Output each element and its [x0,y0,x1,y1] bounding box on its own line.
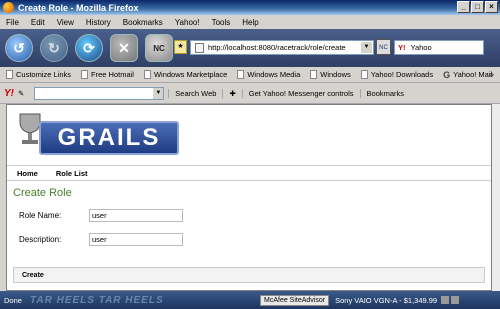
messenger-button[interactable]: Get Yahoo! Messenger controls [241,89,360,98]
menu-view[interactable]: View [55,18,76,27]
stop-button[interactable]: ✕ [110,34,138,62]
description-label: Description: [19,234,62,244]
menu-tools[interactable]: Tools [210,18,233,27]
search-engine-label: Yahoo [410,43,432,52]
pencil-icon[interactable]: ✎ [18,89,24,98]
description-input[interactable] [89,232,183,246]
nav-role-list[interactable]: Role List [56,169,88,178]
page-icon [237,70,245,79]
menu-yahoo[interactable]: Yahoo! [173,18,202,27]
minimize-button[interactable]: _ [457,1,470,13]
bookmark-item[interactable]: Windows Marketplace [143,70,233,79]
window-title: Create Role - Mozilla Firefox [18,2,139,13]
page-icon [310,70,318,79]
page-title: Create Role [13,187,72,199]
reload-button[interactable]: ⟳ [75,34,103,62]
description-row: Description: [19,229,491,249]
nav-home[interactable]: Home [17,169,38,178]
role-name-input[interactable] [89,208,183,222]
create-button[interactable]: Create [22,272,44,279]
bookmark-label: Customize Links [16,70,72,79]
menu-edit[interactable]: Edit [29,18,47,27]
search-web-button[interactable]: Search Web [168,89,222,98]
role-name-label: Role Name: [19,210,62,220]
maximize-button[interactable]: □ [471,1,484,13]
menu-file[interactable]: File [4,18,21,27]
bookmark-label: Windows Marketplace [153,70,228,79]
bookmark-label: Windows [320,70,351,79]
menu-history[interactable]: History [84,18,113,27]
status-text: Done [4,295,22,305]
home-button[interactable]: NC [145,34,173,62]
page-icon [143,70,151,79]
plus-icon[interactable]: ✚ [222,89,241,98]
home-icon: NC [153,43,165,53]
forward-arrow-icon: ↻ [48,39,60,56]
logo-area: GRAILS [7,105,491,163]
menu-bookmarks[interactable]: Bookmarks [121,18,165,27]
address-url: http://localhost:8080/racetrack/role/cre… [208,43,346,52]
status-ad[interactable]: Sony VAIO VGN-A - $1,349.99 [335,296,437,305]
bookmark-label: Yahoo! Mail [453,70,493,79]
google-icon: G [443,69,451,80]
stop-icon: ✕ [118,39,130,56]
page-icon [6,70,13,79]
bookmark-label: Windows Media [247,70,301,79]
chevron-more-icon[interactable]: » [490,70,494,79]
button-bar: Create [13,267,485,283]
status-icon [441,296,450,304]
role-name-row: Role Name: [19,205,491,225]
status-icon [451,296,460,304]
firefox-icon [3,2,14,13]
bookmark-item[interactable]: Windows Media [237,70,306,79]
mcafee-siteadvisor-button[interactable]: McAfee SiteAdvisor [260,294,330,306]
page-icon [195,42,204,53]
forward-button[interactable]: ↻ [40,34,68,62]
scrollbar[interactable] [492,104,500,291]
yahoo-search-icon: Y! [398,43,406,52]
address-dropdown-icon[interactable]: ▼ [361,42,372,53]
menu-help[interactable]: Help [240,18,260,27]
bookmark-star-icon[interactable]: ★ [174,40,187,54]
dropdown-arrow-icon[interactable]: ▼ [153,88,164,99]
bookmark-item[interactable]: Customize Links [6,70,77,79]
bookmark-item[interactable]: Windows [310,70,356,79]
bookmarks-toolbar: Customize Links Free Hotmail Windows Mar… [0,67,500,83]
close-button[interactable]: × [485,1,498,13]
yahoo-logo-icon[interactable]: Y! [4,88,14,99]
status-watermark: TAR HEELS TAR HEELS [30,294,164,306]
bookmark-item[interactable]: Free Hotmail [81,70,140,79]
reload-icon: ⟳ [83,39,95,56]
search-box[interactable]: Y! Yahoo [394,40,484,55]
page-icon [360,70,368,79]
bookmark-label: Free Hotmail [91,70,134,79]
bookmark-label: Yahoo! Downloads [370,70,434,79]
nc-badge-icon[interactable]: NC [376,39,391,55]
bookmark-item[interactable]: Yahoo! Downloads [360,70,439,79]
yahoo-bookmarks-button[interactable]: Bookmarks [359,89,411,98]
yahoo-toolbar: Y! ✎ ▼ Search Web ✚ Get Yahoo! Messenger… [0,84,500,104]
address-bar[interactable]: http://localhost:8080/racetrack/role/cre… [190,40,374,55]
page-content: GRAILS Home Role List Create Role Role N… [6,104,492,291]
back-arrow-icon: ↺ [13,39,25,56]
status-bar: Done TAR HEELS TAR HEELS McAfee SiteAdvi… [0,291,500,309]
grails-logo: GRAILS [39,121,179,155]
yahoo-search-input[interactable]: ▼ [34,87,165,100]
menu-bar: File Edit View History Bookmarks Yahoo! … [0,15,500,29]
navigation-toolbar: ↺ ↻ ⟳ ✕ NC ★ http://localhost:8080/racet… [0,29,500,67]
app-nav: Home Role List [7,165,491,181]
page-icon [81,70,89,79]
window-titlebar: Create Role - Mozilla Firefox _ □ × [0,0,500,15]
back-button[interactable]: ↺ [5,34,33,62]
